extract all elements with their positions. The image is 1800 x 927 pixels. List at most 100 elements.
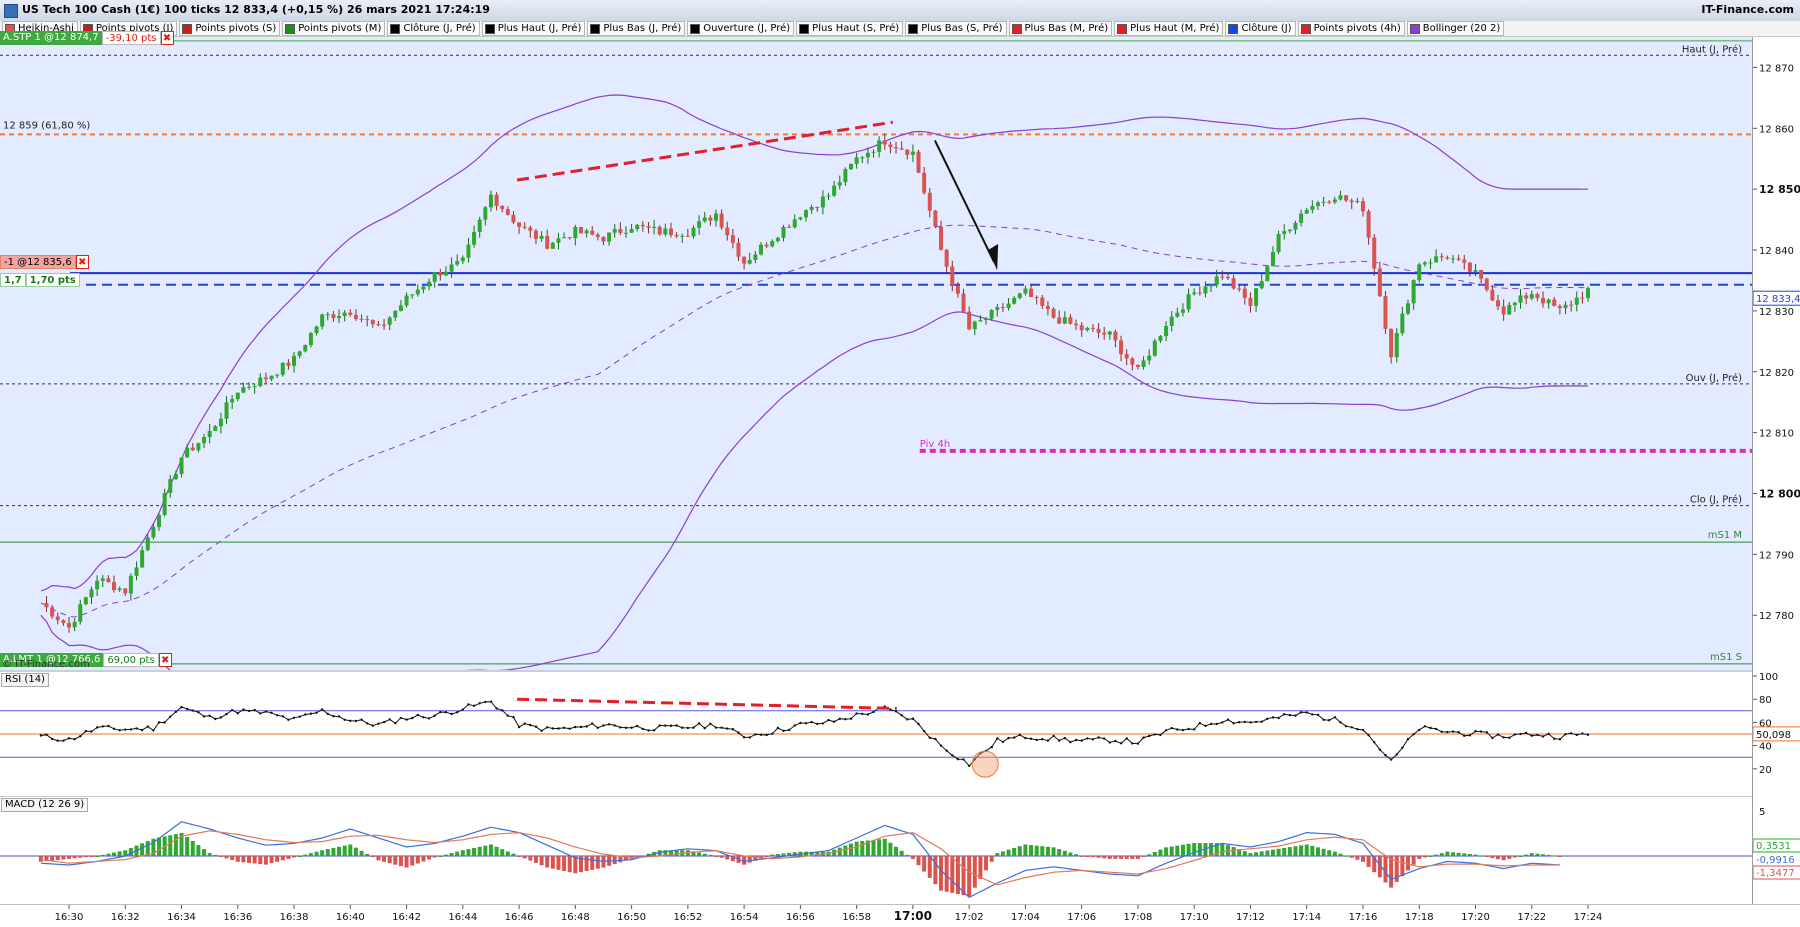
macd-histogram-bar [505, 851, 510, 856]
macd-histogram-bar [185, 836, 190, 856]
candle-body [438, 272, 443, 276]
legend-item[interactable]: Plus Bas (S, Pré) [905, 21, 1007, 36]
rsi-point [1074, 738, 1078, 742]
macd-histogram-bar [528, 856, 533, 861]
candle-body [635, 224, 640, 230]
candle-body [955, 285, 960, 294]
macd-label[interactable]: MACD (12 26 9) [1, 798, 89, 812]
candle-body [1287, 229, 1292, 232]
value-axis[interactable]: 12 870 12 860 12 850 12 840 12 830 12 820 12 8… [1752, 37, 1800, 904]
candle-body [888, 144, 893, 148]
macd-histogram-bar [477, 846, 482, 856]
price-chart[interactable]: 12 859 (61,80 %) Haut (J, Pré) Ouv (J, Pré… [0, 37, 1752, 670]
candle-body [1242, 288, 1247, 298]
rsi-point [501, 709, 504, 712]
rsi-point [1254, 720, 1258, 724]
rsi-point [129, 728, 133, 731]
time-axis[interactable]: 16:30 16:32 16:34 16:36 16:38 16:40 16:42 16:44… [0, 904, 1800, 927]
candle-body [764, 244, 769, 247]
candle-body [218, 418, 223, 427]
candle-body [652, 226, 657, 228]
candle-body [1484, 278, 1489, 290]
macd-histogram-bar [1445, 851, 1450, 856]
rsi-point [1097, 736, 1100, 739]
price-panel[interactable]: 12 859 (61,80 %) Haut (J, Pré) Ouv (J, Pré… [0, 31, 1752, 672]
close-limit-order-icon[interactable]: ✖ [158, 653, 172, 667]
rsi-point [1485, 731, 1489, 734]
rsi-axis-label: 40 [1759, 742, 1772, 753]
rsi-point [1457, 731, 1460, 734]
legend-item[interactable]: Ouverture (J, Pré) [687, 21, 795, 36]
candle-body [809, 207, 814, 211]
time-axis-label: 17:00 [894, 909, 932, 923]
rsi-point [1091, 738, 1095, 741]
macd-histogram-bar [1490, 856, 1495, 859]
candle-body [263, 377, 268, 380]
rsi-point [1209, 722, 1213, 726]
rsi-point [1187, 727, 1190, 731]
candle-body [477, 219, 482, 232]
macd-histogram-bar [916, 856, 921, 866]
position-tag[interactable]: -1 @12 835,6 ✖ [0, 255, 89, 269]
legend-item[interactable]: Plus Haut (J, Pré) [481, 21, 586, 36]
legend-item[interactable]: Plus Bas (M, Pré) [1008, 21, 1113, 36]
candle-body [545, 235, 550, 249]
rsi-chart[interactable] [0, 672, 1752, 796]
time-axis-label: 16:54 [730, 912, 759, 923]
rsi-point [152, 729, 155, 732]
legend-item[interactable]: Points pivots (4h) [1297, 21, 1405, 36]
rsi-point [945, 749, 948, 752]
rsi-point [849, 717, 853, 720]
rsi-point [607, 723, 611, 726]
candle-body [910, 151, 915, 155]
legend-item[interactable]: Points pivots (S) [179, 21, 281, 36]
legend-item[interactable]: Plus Bas (J, Pré) [587, 21, 686, 36]
rsi-point [1479, 730, 1483, 733]
legend-item[interactable]: Plus Haut (S, Pré) [796, 21, 904, 36]
rsi-point [242, 708, 245, 711]
macd-histogram-bar [348, 844, 353, 856]
macd-chart[interactable] [0, 797, 1752, 904]
candle-body [286, 362, 291, 366]
rsi-point [467, 703, 470, 706]
candle-body [1344, 195, 1349, 201]
macd-histogram-bar [95, 856, 100, 857]
macd-panel[interactable]: MACD (12 26 9) [0, 797, 1752, 904]
rsi-point [1395, 753, 1398, 756]
legend-item[interactable]: Clôture (J) [1225, 21, 1296, 36]
candle-body [1135, 364, 1140, 367]
stop-order-tag[interactable]: A.STP 1 @12 874,7 -39,10 pts ✖ [0, 31, 174, 45]
candle-body [680, 235, 685, 237]
legend-item[interactable]: Bollinger (20 2) [1406, 21, 1505, 36]
rsi-point [619, 726, 622, 729]
rsi-divergence-line [517, 697, 897, 710]
rsi-point [422, 716, 425, 719]
legend-item[interactable]: Clôture (J, Pré) [387, 21, 480, 36]
close-position-icon[interactable]: ✖ [75, 255, 89, 269]
candle-body [1501, 306, 1506, 315]
macd-histogram-bar [1310, 845, 1315, 856]
rsi-point [461, 708, 464, 711]
macd-histogram-bar [494, 846, 499, 856]
macd-histogram-bar [1332, 851, 1337, 856]
candle-body [1225, 276, 1230, 279]
candle-body [522, 226, 527, 228]
rsi-point [1564, 733, 1567, 736]
rsi-panel[interactable]: RSI (14) [0, 672, 1752, 797]
candle-body [1383, 296, 1388, 329]
rsi-label[interactable]: RSI (14) [1, 673, 49, 687]
rsi-point [326, 712, 329, 716]
candle-body [1428, 262, 1433, 264]
close-stop-order-icon[interactable]: ✖ [160, 31, 174, 45]
rsi-point [939, 744, 943, 747]
stop-order-pts: -39,10 pts [101, 31, 161, 45]
legend-item[interactable]: Plus Haut (M, Pré) [1114, 21, 1224, 36]
legend-item[interactable]: Points pivots (M) [282, 21, 386, 36]
rsi-oversold-marker [971, 750, 999, 778]
candle-body [1467, 262, 1472, 272]
macd-histogram-bar [342, 845, 347, 856]
rsi-point [731, 728, 735, 731]
rsi-point [737, 731, 740, 734]
rsi-point [664, 724, 667, 727]
candle-body [865, 152, 870, 158]
